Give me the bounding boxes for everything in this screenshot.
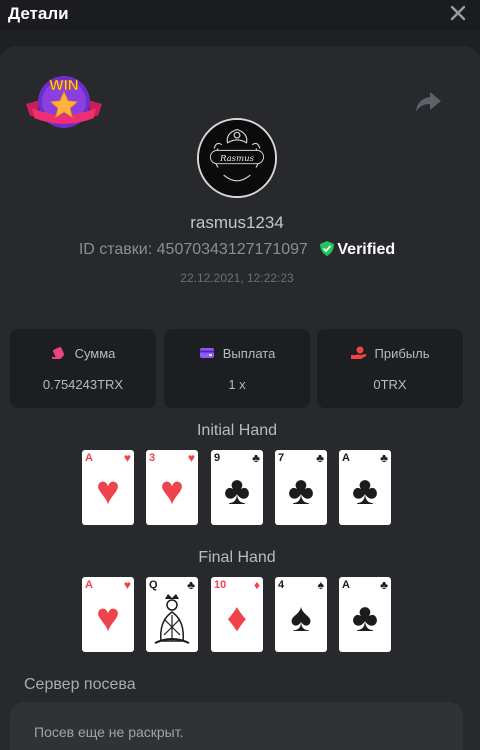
stat-payout: Выплата 1 x [164, 329, 310, 408]
card-suit-small: ♥ [187, 451, 195, 465]
stat-amount-header: Сумма [10, 346, 156, 361]
playing-card: A ♥ ♥ [82, 450, 134, 525]
modal-title: Детали [8, 4, 69, 23]
card-suit-large: ♥ [96, 469, 120, 513]
card-suit-large: ♥ [96, 596, 120, 640]
avatar-emblem-icon: Rasmus [199, 120, 275, 196]
playing-card: A ♥ ♥ [82, 577, 134, 652]
card-suit-small: ♣ [316, 451, 324, 465]
playing-card: A ♣ ♣ [339, 450, 391, 525]
card-suit-large: ♣ [287, 469, 315, 513]
svg-text:Rasmus: Rasmus [219, 154, 255, 164]
card-suit-small: ♣ [252, 451, 260, 465]
playing-card: A ♣ ♣ [339, 577, 391, 652]
playing-card: 3 ♥ ♥ [146, 450, 198, 525]
card-rank: 4 [278, 579, 285, 591]
playing-card: 7 ♣ ♣ [275, 450, 327, 525]
card-rank: 10 [214, 579, 227, 591]
card-rank: 7 [278, 452, 285, 464]
bet-date: 22.12.2021, 12:22:23 [180, 271, 294, 285]
badge-text: WIN [49, 77, 78, 94]
server-seed-value: Посев еще не раскрыт. [34, 724, 184, 740]
card-suit-large: ♥ [160, 469, 184, 513]
card-suit-small: ♣ [380, 451, 388, 465]
playing-card: 10 ♦ ♦ [211, 577, 263, 652]
card-rank: A [85, 579, 93, 591]
card-rank: 3 [149, 452, 156, 464]
card-suit-small: ♣ [187, 578, 195, 592]
card-rank: A [85, 452, 93, 464]
card-suit-small: ♥ [123, 451, 131, 465]
stat-payout-header: Выплата [164, 346, 310, 361]
card-suit-large: ♦ [226, 596, 248, 640]
stat-profit-value: 0TRX [373, 377, 407, 392]
card-suit-small: ♦ [253, 578, 260, 592]
final-hand-title: Final Hand [198, 549, 276, 566]
card-rank: 9 [214, 452, 221, 464]
card-suit-small: ♣ [380, 578, 388, 592]
bet-id-label: ID ставки: [78, 241, 153, 258]
close-icon[interactable] [450, 5, 466, 21]
verified-shield-icon [320, 241, 335, 256]
initial-hand-title: Initial Hand [196, 422, 278, 439]
card-suit-large: ♣ [351, 469, 379, 513]
bet-id-row: ID ставки: 45070343127171097 Verified [0, 241, 474, 259]
verified-label: Verified [337, 241, 396, 258]
stat-payout-label: Выплата [222, 346, 276, 361]
card-rank: A [342, 452, 350, 464]
bet-id-value: 45070343127171097 [156, 241, 308, 258]
card-suit-small: ♥ [123, 578, 131, 592]
server-seed-box: Посев еще не раскрыт. [10, 702, 463, 750]
server-seed-label: Сервер посева [24, 676, 136, 693]
coins-icon [51, 347, 64, 359]
modal-header: Детали [0, 0, 480, 30]
stat-profit-label: Прибыль [374, 346, 430, 361]
wallet-icon [199, 348, 214, 358]
card-suit-large: ♣ [223, 469, 251, 513]
share-icon[interactable] [414, 90, 442, 114]
stat-profit-header: Прибыль [317, 346, 463, 361]
stat-profit: Прибыль 0TRX [317, 329, 463, 408]
stat-amount-label: Сумма [74, 346, 116, 361]
avatar: Rasmus [197, 118, 277, 198]
playing-card: Q ♣ [146, 577, 198, 652]
win-badge-icon: WIN [26, 76, 102, 128]
stat-payout-value: 1 x [228, 377, 246, 392]
username: rasmus1234 [190, 213, 284, 232]
card-suit-small: ♠ [317, 578, 324, 592]
playing-card: 4 ♠ ♠ [275, 577, 327, 652]
card-suit-large: ♠ [290, 596, 312, 640]
queen-figure-icon [154, 594, 190, 644]
card-rank: Q [149, 579, 158, 591]
playing-card: 9 ♣ ♣ [211, 450, 263, 525]
stat-amount: Сумма 0.754243TRX [10, 329, 156, 408]
stat-amount-value: 0.754243TRX [42, 377, 124, 392]
card-rank: A [342, 579, 350, 591]
card-suit-large: ♣ [351, 596, 379, 640]
hand-coin-icon [350, 346, 366, 359]
